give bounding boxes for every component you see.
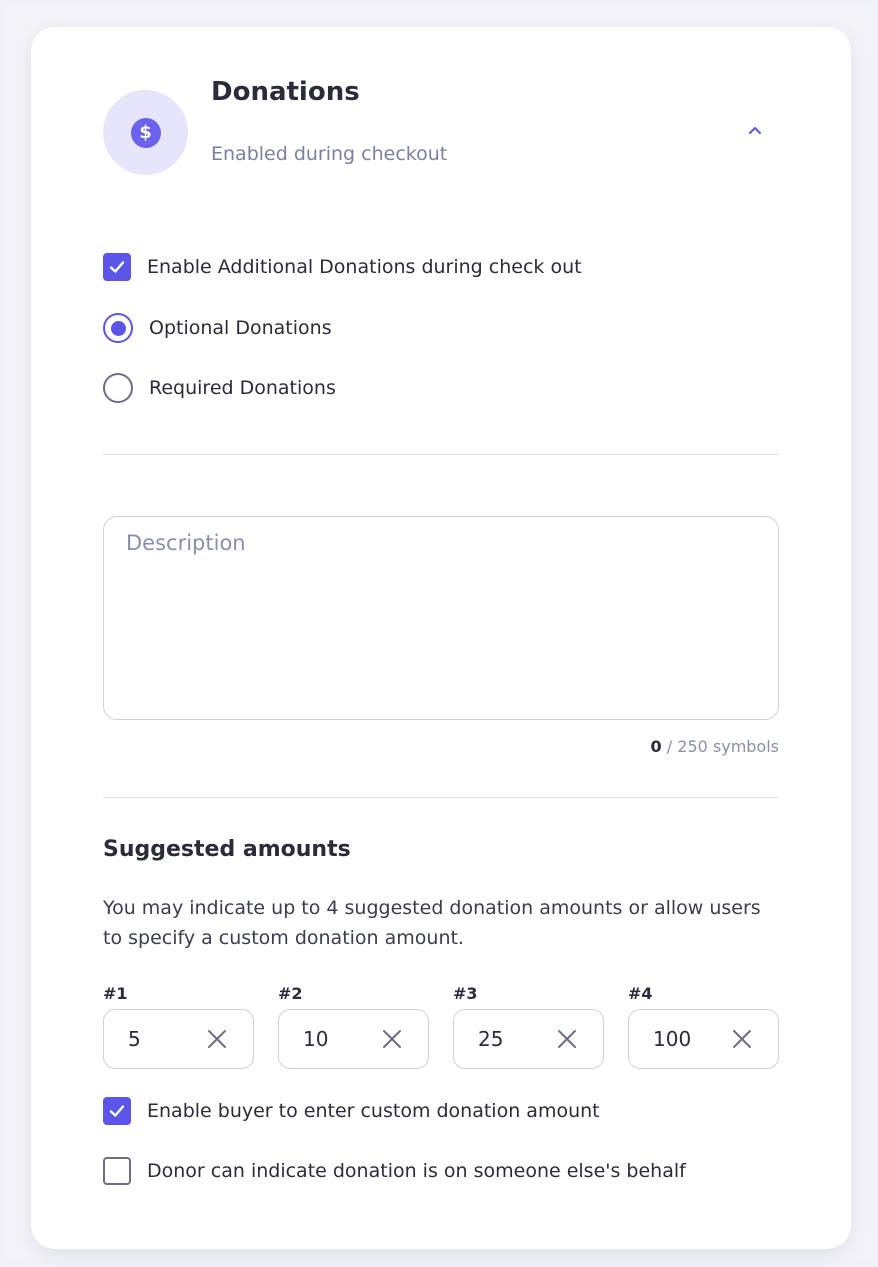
amount-field-2: #2 10 <box>278 984 429 1069</box>
description-count: 0 <box>650 737 662 756</box>
suggested-amounts-title: Suggested amounts <box>103 837 351 862</box>
description-limit: / 250 symbols <box>666 737 779 756</box>
behalf-checkbox[interactable] <box>103 1157 131 1185</box>
card-subtitle: Enabled during checkout <box>211 143 448 165</box>
required-donations-radio[interactable] <box>103 373 133 403</box>
clear-amount-icon[interactable] <box>380 1027 404 1051</box>
amount-field-4: #4 100 <box>628 984 779 1069</box>
required-donations-label: Required Donations <box>149 377 336 399</box>
suggested-amounts-description: You may indicate up to 4 suggested donat… <box>103 897 761 949</box>
amount-label: #4 <box>628 984 653 1003</box>
amount-value[interactable]: 25 <box>478 1027 503 1051</box>
required-donations-row[interactable]: Required Donations <box>103 373 336 403</box>
amount-value[interactable]: 5 <box>128 1027 141 1051</box>
description-counter: 0 / 250 symbols <box>651 737 779 756</box>
clear-amount-icon[interactable] <box>730 1027 754 1051</box>
amount-input[interactable]: 25 <box>453 1009 604 1069</box>
enable-additional-donations-row[interactable]: Enable Additional Donations during check… <box>103 253 582 281</box>
donations-card: $ Donations Enabled during checkout Enab… <box>31 27 851 1249</box>
dollar-circle-icon: $ <box>130 117 161 148</box>
enable-additional-donations-checkbox[interactable] <box>103 253 131 281</box>
amount-input[interactable]: 100 <box>628 1009 779 1069</box>
amount-label: #2 <box>278 984 303 1003</box>
card-title: Donations <box>211 77 360 107</box>
amount-value[interactable]: 10 <box>303 1027 328 1051</box>
description-textarea[interactable]: Description <box>103 516 779 720</box>
donations-avatar: $ <box>103 90 188 175</box>
clear-amount-icon[interactable] <box>555 1027 579 1051</box>
divider <box>103 454 779 455</box>
behalf-row[interactable]: Donor can indicate donation is on someon… <box>103 1157 686 1185</box>
enable-additional-donations-label: Enable Additional Donations during check… <box>147 256 582 278</box>
custom-amount-label: Enable buyer to enter custom donation am… <box>147 1100 600 1122</box>
clear-amount-icon[interactable] <box>205 1027 229 1051</box>
optional-donations-label: Optional Donations <box>149 317 332 339</box>
custom-amount-row[interactable]: Enable buyer to enter custom donation am… <box>103 1097 600 1125</box>
chevron-up-icon[interactable] <box>743 119 767 143</box>
amount-input[interactable]: 10 <box>278 1009 429 1069</box>
amount-label: #1 <box>103 984 128 1003</box>
amount-value[interactable]: 100 <box>653 1027 691 1051</box>
amount-field-1: #1 5 <box>103 984 254 1069</box>
optional-donations-radio[interactable] <box>103 313 133 343</box>
divider <box>103 797 779 798</box>
amount-input[interactable]: 5 <box>103 1009 254 1069</box>
amount-field-3: #3 25 <box>453 984 604 1069</box>
amount-label: #3 <box>453 984 478 1003</box>
description-placeholder: Description <box>126 531 246 555</box>
optional-donations-row[interactable]: Optional Donations <box>103 313 332 343</box>
behalf-label: Donor can indicate donation is on someon… <box>147 1160 686 1182</box>
custom-amount-checkbox[interactable] <box>103 1097 131 1125</box>
